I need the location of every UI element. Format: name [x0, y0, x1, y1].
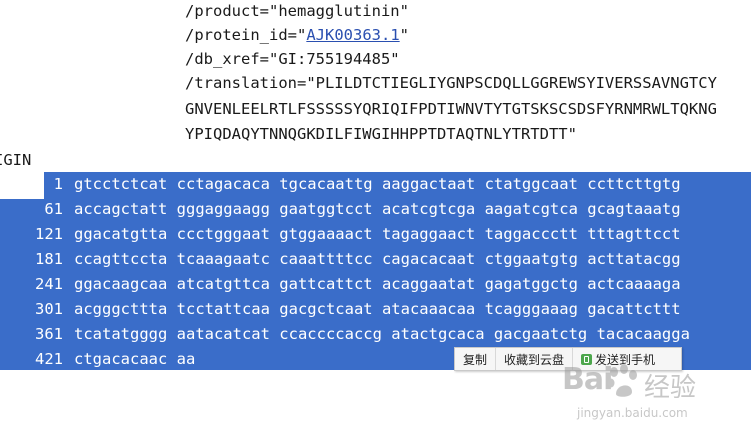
paw-icon — [607, 364, 637, 397]
sequence-position: 121 — [35, 225, 63, 243]
watermark-text: 经验 — [644, 373, 697, 403]
sequence-position: 61 — [44, 200, 63, 218]
sequence-text: gtcctctcat cctagacaca tgcacaattg aaggact… — [74, 175, 681, 193]
sequence-text: accagctatt gggaggaagg gaatggtcct acatcgt… — [74, 200, 681, 218]
feature-protein-id: /protein_id="AJK00363.1" — [185, 26, 409, 44]
sequence-text: ggacaagcaa atcatgttca gattcattct acaggaa… — [74, 275, 681, 293]
feature-db-xref: /db_xref="GI:755194485" — [185, 50, 400, 68]
sequence-position: 181 — [35, 250, 63, 268]
protein-id-link[interactable]: AJK00363.1 — [306, 26, 399, 44]
sequence-text: ccagttccta tcaaagaatc caaattttcc cagacac… — [74, 250, 681, 268]
sequence-text: ggacatgtta ccctgggaat gtggaaaact tagagga… — [74, 225, 681, 243]
sequence-position: 421 — [35, 350, 63, 368]
sequence-row: 241 ggacaagcaa atcatgttca gattcattct acag… — [0, 275, 751, 300]
feature-product: /product="hemagglutinin" — [185, 2, 409, 20]
copy-menu-item[interactable]: 复制 — [455, 348, 497, 370]
sequence-row: 121 ggacatgtta ccctgggaat gtggaaaact taga… — [0, 225, 751, 250]
sequence-row: 1 gtcctctcat cctagacaca tgcacaattg aaggac… — [0, 175, 751, 200]
sequence-row: 301 acgggcttta tcctattcaa gacgctcaat atac… — [0, 300, 751, 325]
feature-translation-cont-1: GNVENLEELRTLFSSSSSYQRIQIFPDTIWNVTYTGTSKS… — [185, 100, 717, 118]
protein-id-prefix: /protein_id=" — [185, 26, 307, 44]
sequence-text: acgggcttta tcctattcaa gacgctcaat atacaaa… — [74, 300, 681, 318]
sequence-row: 181 ccagttccta tcaaagaatc caaattttcc caga… — [0, 250, 751, 275]
sequence-text: tcatatgggg aatacatcat ccaccccaccg atactg… — [74, 325, 690, 343]
sequence-position: 361 — [35, 325, 63, 343]
watermark-url: jingyan.baidu.com — [577, 406, 688, 420]
sequence-position: 1 — [53, 175, 63, 193]
sequence-text: ctgacacaac aa — [74, 350, 196, 368]
sequence-position: 241 — [35, 275, 63, 293]
feature-translation-cont-2: YPIQDAQYTNNQGKDILFIWGIHHPPTDTAQTNLYTRTDT… — [185, 125, 577, 143]
sequence-position: 301 — [35, 300, 63, 318]
baidu-watermark: Bai 经验 jingyan.baidu.com — [562, 362, 747, 428]
origin-label: IGIN — [0, 151, 32, 169]
watermark-logo: Bai — [562, 362, 613, 397]
feature-translation: /translation="PLILDTCTIEGLIYGNPSCDQLLGGR… — [185, 74, 717, 92]
sequence-row: 61 accagctatt gggaggaagg gaatggtcct acatc… — [0, 200, 751, 225]
protein-id-suffix: " — [399, 26, 409, 44]
